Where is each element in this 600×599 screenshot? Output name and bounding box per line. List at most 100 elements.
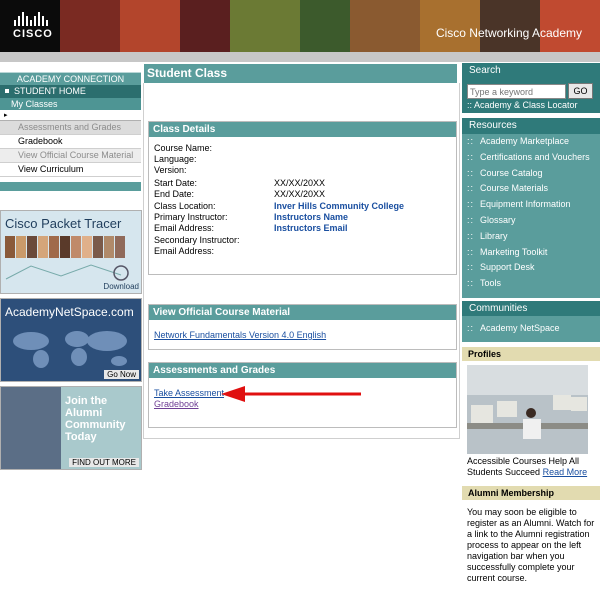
alumni-heading: Alumni Membership [462, 486, 600, 500]
profiles-caption: Accessible Courses Help All Students Suc… [467, 456, 595, 478]
detail-label: Course Name: [154, 143, 213, 153]
community-item[interactable]: :: Academy NetSpace [462, 321, 600, 337]
profiles-heading: Profiles [462, 347, 600, 361]
class-locator-link[interactable]: :: Academy & Class Locator [467, 100, 578, 110]
resource-item[interactable]: :: Support Desk [462, 260, 600, 276]
alumni-photo [1, 387, 61, 469]
course-material-heading: View Official Course Material [149, 305, 456, 320]
search-input[interactable] [467, 84, 566, 99]
communities-list: :: Academy NetSpace [462, 316, 600, 342]
detail-label: Start Date: [154, 178, 198, 188]
search-heading: Search [462, 63, 600, 79]
detail-row: Email Address: Instructors Email [154, 223, 348, 234]
gradebook-link[interactable]: Gradebook [154, 399, 199, 410]
bullet-icon [5, 89, 9, 93]
detail-label: Language: [154, 154, 197, 164]
header-divider [0, 52, 600, 62]
resource-item[interactable]: :: Tools [462, 276, 600, 292]
resource-label: Glossary [480, 214, 516, 225]
resource-label: Tools [480, 278, 502, 289]
nav-my-classes[interactable]: My Classes [0, 98, 141, 110]
detail-row: Course Name: [154, 143, 212, 154]
detail-value: XX/XX/20XX [274, 189, 326, 199]
resource-label: Course Catalog [480, 167, 543, 178]
class-details-panel: Class Details Course Name: Language: Ver… [148, 121, 457, 275]
detail-label: Email Address: [154, 223, 215, 233]
detail-value: XX/XX/20XX [274, 178, 326, 188]
resource-label: Equipment Information [480, 199, 571, 210]
arrow-right-icon: ▸ [4, 112, 8, 119]
detail-row: Class Location: Inver Hills Community Col… [154, 201, 404, 212]
computer-lab-image [467, 365, 588, 454]
nav-sub-items: Assessments and Grades Gradebook View Of… [0, 120, 141, 177]
detail-label: Class Location: [154, 201, 216, 211]
resource-item[interactable]: :: Certifications and Vouchers [462, 150, 600, 166]
cisco-logo[interactable]: CISCO [0, 0, 60, 52]
cisco-bars-icon [14, 12, 48, 26]
resource-label: Support Desk [480, 262, 535, 273]
go-button[interactable]: GO [568, 83, 593, 99]
assessments-heading: Assessments and Grades [149, 363, 456, 378]
resource-item[interactable]: :: Course Materials [462, 181, 600, 197]
detail-row: Primary Instructor: Instructors Name [154, 212, 348, 223]
detail-row: Start Date: XX/XX/20XX [154, 178, 325, 189]
detail-row: Language: [154, 154, 197, 165]
faces-image [5, 236, 137, 258]
header-banner: CISCO Cisco Networking Academy [0, 0, 600, 52]
nav-bottom-bar [0, 182, 141, 191]
resource-label: Course Materials [480, 183, 549, 194]
promo-alumni-title: Join the Alumni Community Today [65, 395, 126, 443]
resource-label: Academy Marketplace [480, 136, 570, 146]
promo-academynetspace[interactable]: AcademyNetSpace.com Go Now [0, 298, 142, 382]
search-box: GO :: Academy & Class Locator [462, 79, 600, 113]
resource-item[interactable]: :: Glossary [462, 213, 600, 229]
promo-packet-tracer[interactable]: Cisco Packet Tracer Download [0, 210, 142, 294]
promo-packet-tracer-title: Cisco Packet Tracer [5, 216, 122, 231]
detail-label: End Date: [154, 189, 195, 199]
resource-item[interactable]: :: Academy Marketplace [462, 134, 600, 150]
promo-academynetspace-link[interactable]: Go Now [104, 370, 139, 379]
resource-item[interactable]: :: Library [462, 229, 600, 245]
detail-row: Secondary Instructor: [154, 235, 240, 246]
detail-row: Email Address: [154, 246, 214, 257]
take-assessment-link[interactable]: Take Assessment [154, 388, 224, 399]
detail-value[interactable]: Instructors Name [274, 212, 348, 223]
network-map-icon [5, 264, 129, 281]
course-material-link[interactable]: Network Fundamentals Version 4.0 English [154, 330, 326, 341]
course-material-panel: View Official Course Material Network Fu… [148, 304, 457, 350]
resources-list: :: Academy Marketplace :: Certifications a… [462, 134, 600, 298]
nav-sub-gradebook[interactable]: Gradebook [0, 135, 141, 149]
detail-label: Secondary Instructor: [154, 235, 240, 245]
promo-packet-tracer-link[interactable]: Download [103, 282, 139, 291]
nav-sub-curriculum[interactable]: View Curriculum [0, 163, 141, 177]
resource-item[interactable]: :: Equipment Information [462, 197, 600, 213]
alumni-text: You may soon be eligible to register as … [467, 507, 595, 583]
resource-item[interactable]: :: Course Catalog [462, 166, 600, 182]
communities-heading: Communities [462, 301, 600, 317]
community-label: Academy NetSpace [480, 323, 560, 333]
resource-item[interactable]: :: Marketing Toolkit [462, 245, 600, 261]
detail-value: Inver Hills Community College [274, 201, 405, 211]
detail-label: Version: [154, 165, 187, 175]
nav-academy-connection[interactable]: ACADEMY CONNECTION [0, 72, 141, 86]
world-map-icon [13, 331, 127, 368]
promo-alumni[interactable]: Join the Alumni Community Today FIND OUT… [0, 386, 142, 470]
detail-row: End Date: XX/XX/20XX [154, 189, 325, 200]
nav-my-classes-label: My Classes [11, 99, 58, 109]
detail-row: Version: [154, 165, 187, 176]
nav-sub-course-material[interactable]: View Official Course Material [0, 149, 141, 163]
academy-title: Cisco Networking Academy [435, 26, 582, 40]
promo-academynetspace-title: AcademyNetSpace.com [5, 305, 134, 319]
read-more-link[interactable]: Read More [543, 467, 588, 477]
red-arrow-icon [221, 386, 361, 402]
promo-alumni-link[interactable]: FIND OUT MORE [69, 458, 139, 467]
detail-label: Primary Instructor: [154, 212, 228, 222]
detail-label: Email Address: [154, 246, 215, 256]
detail-value[interactable]: Instructors Email [274, 223, 348, 234]
resource-label: Marketing Toolkit [480, 246, 548, 257]
resource-label: Certifications and Vouchers [480, 151, 590, 162]
resource-label: Library [480, 230, 508, 241]
nav-student-home[interactable]: STUDENT HOME [0, 85, 141, 98]
nav-sub-assessments[interactable]: Assessments and Grades [0, 120, 141, 135]
profiles-photo [467, 365, 588, 454]
